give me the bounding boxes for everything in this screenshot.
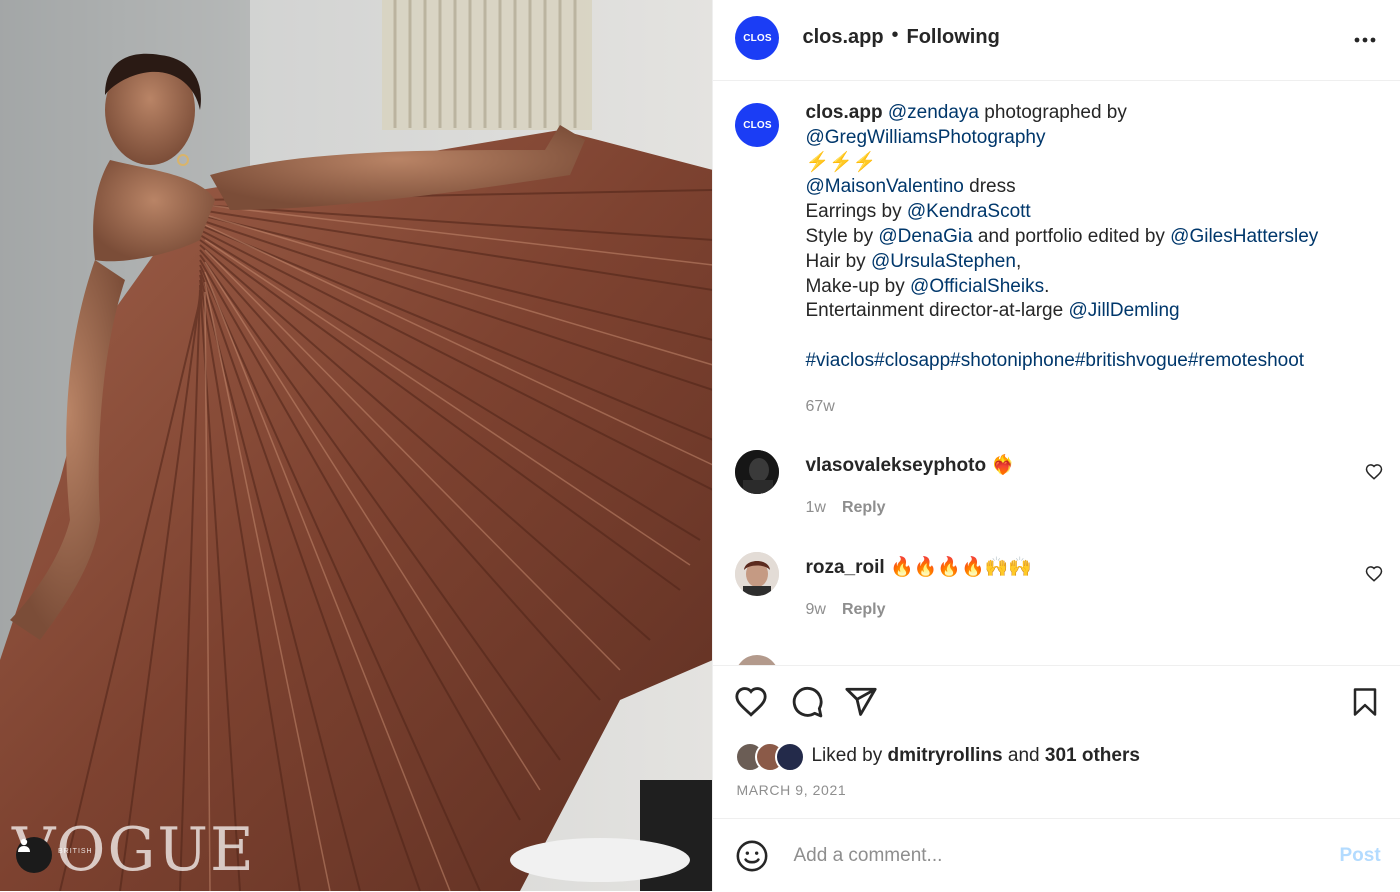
avatar-photo xyxy=(735,552,780,596)
mention-link[interactable]: @GilesHattersley xyxy=(1170,226,1318,247)
caption-username[interactable]: clos.app xyxy=(805,102,882,123)
tagged-users-button[interactable] xyxy=(16,837,52,873)
photo-illustration xyxy=(0,0,713,891)
mention-link[interactable]: @UrsulaStephen xyxy=(871,251,1016,272)
post-actions-section: Liked by dmitryrollins and 301 others MA… xyxy=(713,665,1400,819)
more-horizontal-icon xyxy=(1355,37,1376,43)
comment-2: roza_roil 🔥🔥🔥🔥🙌🙌 xyxy=(805,555,1031,579)
commenter-avatar[interactable] xyxy=(735,450,780,494)
comment-composer: Post xyxy=(713,818,1400,892)
post-date[interactable]: MARCH 9, 2021 xyxy=(736,782,846,798)
comment-icon xyxy=(793,687,823,718)
vogue-british-label: BRITISH xyxy=(58,848,93,855)
post-header: CLOS clos.app • Following xyxy=(713,0,1400,81)
caption-timestamp[interactable]: 67w xyxy=(805,398,834,416)
emoji-icon xyxy=(737,840,768,872)
others-likes-link[interactable]: 301 others xyxy=(1045,745,1140,766)
post-comment-button[interactable]: Post xyxy=(1339,845,1380,867)
mention-link[interactable]: @KendraScott xyxy=(907,201,1031,222)
caption-text: Hair by xyxy=(805,250,871,272)
post-photo[interactable]: VOGUE BRITISH xyxy=(0,0,713,891)
like-button[interactable] xyxy=(733,684,769,720)
liker-avatar xyxy=(775,742,806,772)
comment-username[interactable]: roza_roil xyxy=(805,557,884,578)
caption-text: Entertainment director-at-large xyxy=(805,300,1069,322)
comment-meta: 1w Reply xyxy=(805,499,885,517)
caption-text: Make-up by xyxy=(805,275,911,297)
heart-icon xyxy=(735,687,768,717)
mention-link[interactable]: @JillDemling xyxy=(1068,300,1179,321)
author-avatar[interactable]: CLOS xyxy=(735,16,780,60)
caption-author-avatar[interactable]: CLOS xyxy=(735,103,780,147)
comment-time[interactable]: 1w xyxy=(805,499,825,516)
caption-emoji: ⚡⚡⚡ xyxy=(805,151,877,173)
comment-1: vlasovalekseyphoto ❤️‍🔥 xyxy=(805,453,1015,477)
comment-like-heart-icon[interactable] xyxy=(1365,463,1383,481)
caption-text: Earrings by xyxy=(805,201,907,223)
post-caption: clos.app @zendaya photographed by @GregW… xyxy=(805,101,1375,374)
mention-link[interactable]: @GregWilliamsPhotography xyxy=(805,127,1045,148)
reply-button[interactable]: Reply xyxy=(842,499,886,516)
mention-link[interactable]: @DenaGia xyxy=(878,226,972,247)
avatar-photo xyxy=(735,450,780,494)
hashtags-link[interactable]: #viaclos#closapp#shotoniphone#britishvog… xyxy=(805,350,1304,371)
mention-link[interactable]: @zendaya xyxy=(888,102,979,123)
caption-text: and portfolio edited by xyxy=(972,225,1171,247)
comments-scroll-area[interactable]: CLOS clos.app @zendaya photographed by @… xyxy=(713,81,1400,665)
comment-button[interactable] xyxy=(789,684,825,720)
caption-text: dress xyxy=(963,176,1016,198)
likes-summary: Liked by dmitryrollins and 301 others xyxy=(811,745,1139,767)
post-side-panel: CLOS clos.app • Following CLOS clos.app … xyxy=(712,0,1400,891)
comment-text: 🔥🔥🔥🔥🙌🙌 xyxy=(884,557,1032,578)
more-options-button[interactable] xyxy=(1353,28,1377,52)
commenter-avatar[interactable] xyxy=(735,552,780,596)
comment-like-heart-icon[interactable] xyxy=(1365,565,1383,583)
emoji-button[interactable] xyxy=(735,839,769,873)
comment-meta: 9w Reply xyxy=(805,601,885,619)
bookmark-icon xyxy=(1354,688,1377,716)
instagram-post: VOGUE BRITISH CLOS clos.app • Following … xyxy=(0,0,1400,891)
mention-link[interactable]: @OfficialSheiks xyxy=(910,276,1044,297)
header-separator: • xyxy=(891,24,899,46)
likes-middle: and xyxy=(1002,745,1045,766)
person-icon xyxy=(18,838,30,852)
share-icon xyxy=(845,687,878,716)
caption-text: . xyxy=(1044,275,1050,297)
caption-text: , xyxy=(1015,250,1022,272)
likes-prefix: Liked by xyxy=(811,745,888,766)
share-button[interactable] xyxy=(843,684,879,720)
comment-time[interactable]: 9w xyxy=(805,601,825,618)
mention-link[interactable]: @MaisonValentino xyxy=(805,176,963,197)
following-button[interactable]: Following xyxy=(906,26,999,49)
caption-text: Style by xyxy=(805,225,879,247)
reply-button[interactable]: Reply xyxy=(842,601,886,618)
caption-text: photographed by xyxy=(978,102,1127,123)
commenter-avatar[interactable] xyxy=(735,655,780,665)
comment-text: ❤️‍🔥 xyxy=(986,455,1016,476)
liker-avatars[interactable] xyxy=(735,742,807,772)
comment-username[interactable]: vlasovalekseyphoto xyxy=(805,455,986,476)
author-username[interactable]: clos.app xyxy=(802,26,883,49)
liker-username[interactable]: dmitryrollins xyxy=(888,745,1003,766)
comment-input[interactable] xyxy=(791,837,1316,875)
save-button[interactable] xyxy=(1347,684,1383,720)
